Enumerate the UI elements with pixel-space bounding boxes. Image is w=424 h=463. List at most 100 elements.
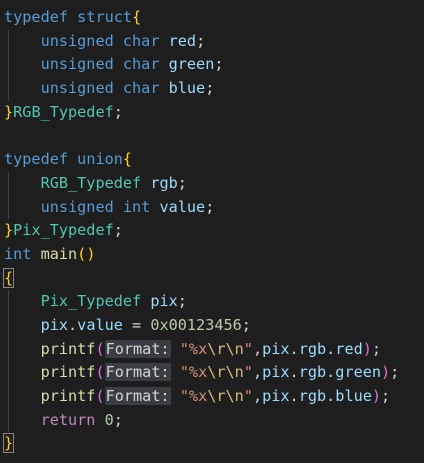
code-token: pix [262, 387, 290, 405]
code-token: union [77, 150, 123, 169]
code-line[interactable]: typedef struct{ [0, 6, 424, 30]
code-line[interactable]: int main() [0, 243, 424, 267]
indent-guide [8, 408, 9, 433]
indent-guide [8, 171, 9, 196]
code-token: ( [95, 387, 105, 405]
code-token: int [122, 197, 151, 216]
code-token: ; [214, 55, 224, 74]
code-token: RGB_Typedef [13, 102, 114, 121]
code-line[interactable]: unsigned int value; [0, 195, 424, 220]
code-token: { [122, 150, 133, 169]
code-line[interactable]: unsigned char red; [0, 29, 424, 54]
code-line[interactable]: printf(Format: "%x\r\n",pix.rgb.red); [0, 337, 424, 362]
code-token: " [243, 363, 253, 382]
code-token: ( [95, 339, 105, 358]
code-token: } [2, 433, 15, 454]
code-token: ; [177, 292, 187, 311]
code-token: , [252, 363, 263, 382]
code-token: ; [205, 79, 215, 98]
code-editor[interactable]: typedef struct{ unsigned char red; unsig… [0, 0, 424, 463]
code-line[interactable]: Pix_Typedef pix; [0, 290, 424, 314]
code-token: { [2, 267, 15, 288]
code-token: value [77, 315, 123, 334]
code-token: printf [40, 339, 96, 358]
indent-guide [8, 313, 9, 338]
indent-guide [8, 195, 9, 220]
code-line[interactable]: printf(Format: "%x\r\n",pix.rgb.blue); [0, 385, 424, 409]
code-token: . [289, 387, 299, 405]
code-token: ( [95, 363, 105, 382]
inlay-hint: Format: [104, 387, 171, 405]
code-token: rgb [298, 387, 327, 405]
code-token: rgb [298, 339, 327, 358]
code-line[interactable]: pix.value = 0x00123456; [0, 313, 424, 338]
code-token: ) [362, 339, 372, 358]
indent-guide [8, 53, 9, 78]
code-token: . [326, 387, 336, 405]
code-line[interactable]: RGB_Typedef rgb; [0, 171, 424, 196]
code-token: "%x [179, 363, 208, 382]
code-token: typedef [4, 8, 69, 26]
code-line[interactable]: printf(Format: "%x\r\n",pix.rgb.green); [0, 361, 424, 385]
code-line[interactable]: unsigned char green; [0, 53, 424, 78]
code-token: Pix_Typedef [40, 292, 142, 311]
code-line[interactable]: return 0; [0, 408, 424, 433]
code-token: ; [241, 315, 251, 334]
code-line[interactable]: unsigned char blue; [0, 77, 424, 101]
code-token: rgb [298, 363, 327, 382]
code-token: . [326, 363, 336, 382]
code-token: int [4, 244, 32, 263]
code-token: 0x00123456 [150, 315, 242, 334]
code-line[interactable]: { [0, 267, 424, 291]
code-token: main [40, 244, 78, 263]
code-token: green [335, 363, 382, 382]
code-token: pix [40, 315, 69, 334]
code-token: Pix_Typedef [13, 221, 114, 240]
code-token: rgb [150, 173, 178, 192]
code-token: . [289, 363, 299, 382]
code-line[interactable] [0, 124, 424, 148]
code-token: pix [262, 363, 290, 382]
code-line[interactable]: }RGB_Typedef; [0, 101, 424, 125]
code-token: " [243, 339, 253, 358]
code-token: ; [205, 197, 215, 216]
code-token: printf [40, 363, 96, 382]
code-line[interactable]: } [0, 432, 424, 456]
inlay-hint: Format: [104, 363, 171, 382]
code-token: char [122, 79, 160, 98]
code-line[interactable]: }Pix_Typedef; [0, 219, 424, 243]
code-token: ; [371, 339, 382, 358]
code-token: 0 [104, 410, 114, 429]
code-token: struct [77, 8, 133, 26]
code-token: , [252, 387, 263, 405]
code-token: = [122, 315, 151, 334]
code-token: \r\n [207, 363, 244, 382]
code-token: printf [40, 387, 96, 405]
code-line[interactable]: typedef union{ [0, 148, 424, 172]
code-token: . [326, 339, 336, 358]
code-token: unsigned [40, 79, 114, 98]
code-token: { [132, 8, 142, 26]
code-token: char [122, 55, 160, 74]
indent-guide [8, 77, 9, 101]
code-token: value [159, 197, 206, 216]
code-token: green [168, 55, 215, 74]
code-token: red [168, 31, 197, 50]
code-token: unsigned [40, 197, 114, 216]
code-token: ; [196, 31, 206, 50]
indent-guide [8, 361, 9, 385]
